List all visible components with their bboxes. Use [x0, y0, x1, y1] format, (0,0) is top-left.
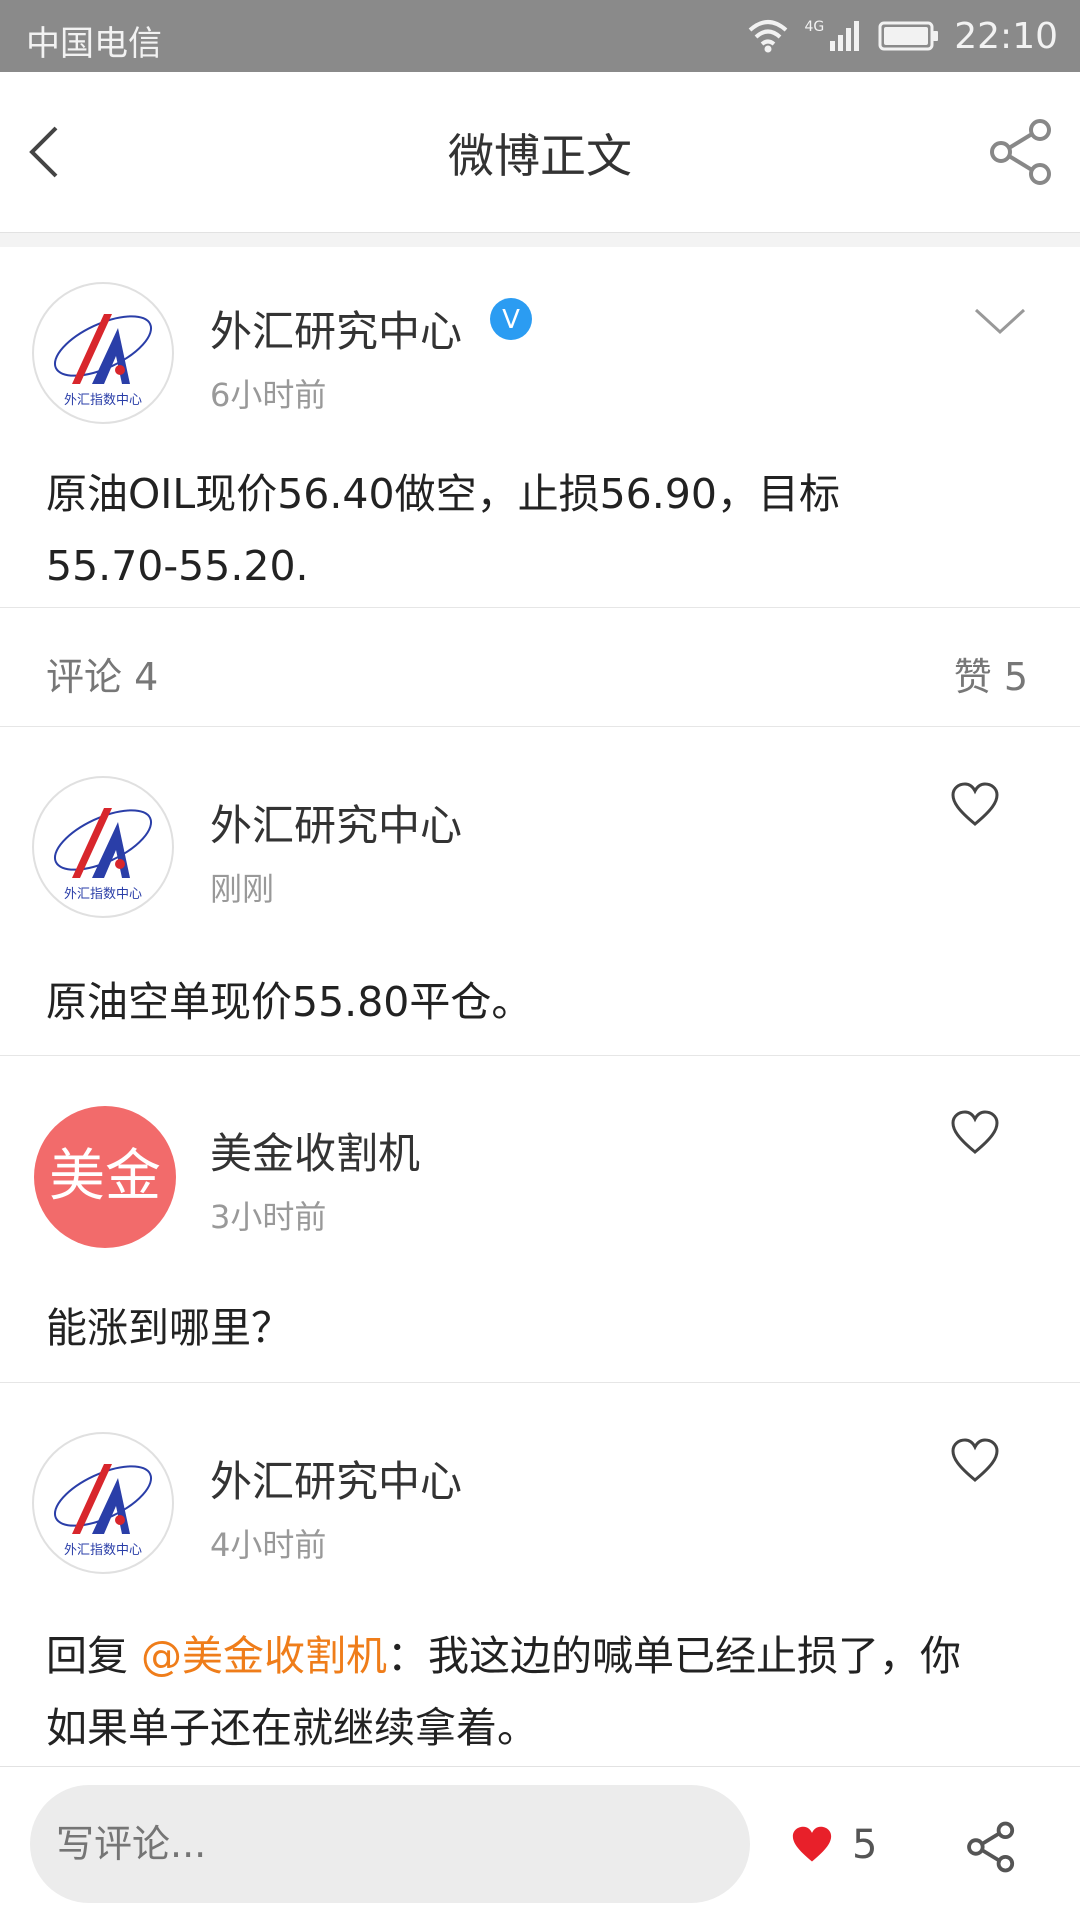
- like-button[interactable]: 5: [790, 1817, 877, 1873]
- heart-outline-icon: [951, 782, 999, 826]
- reply-prefix: 回复: [46, 1632, 142, 1680]
- wifi-icon: [749, 20, 788, 53]
- comment-time: 刚刚: [210, 870, 275, 908]
- comment-text-line1: 回复 @美金收割机：我这边的喊单已经止损了，你: [46, 1620, 961, 1692]
- section-separator: [0, 233, 1080, 247]
- svg-text:外汇指数中心: 外汇指数中心: [64, 1543, 142, 1558]
- svg-text:外汇指数中心: 外汇指数中心: [64, 393, 142, 408]
- bottom-action-bar: 5: [0, 1766, 1080, 1921]
- comment-text: 回复 @美金收割机：我这边的喊单已经止损了，你 如果单子还在就继续拿着。: [46, 1620, 961, 1764]
- divider: [0, 1382, 1080, 1383]
- share-icon: [967, 1821, 1015, 1873]
- comment-avatar[interactable]: 外汇指数中心: [32, 1432, 174, 1574]
- heart-outline-icon: [951, 1438, 999, 1482]
- comment-like-button[interactable]: [950, 1110, 1000, 1160]
- post-author-avatar[interactable]: 外汇指数中心: [32, 282, 174, 424]
- top-nav-bar: 微博正文: [0, 72, 1080, 233]
- post-text-line2: 55.70-55.20.: [46, 542, 309, 590]
- forex-center-logo: 外汇指数中心: [53, 808, 153, 902]
- forex-center-logo: 外汇指数中心: [53, 1464, 153, 1558]
- post-text: 原油OIL现价56.40做空，止损56.90，目标 55.70-55.20.: [46, 458, 840, 602]
- network-type: 4G: [804, 19, 825, 35]
- carrier-name: 中国电信: [26, 24, 162, 64]
- comment-avatar[interactable]: 外汇指数中心: [32, 776, 174, 918]
- verified-badge-icon: V: [490, 298, 532, 340]
- divider: [0, 726, 1080, 727]
- comment-like-button[interactable]: [950, 782, 1000, 832]
- comments-count[interactable]: 评论 4: [46, 646, 158, 701]
- forex-center-logo: 外汇指数中心: [53, 314, 153, 408]
- svg-text:外汇指数中心: 外汇指数中心: [64, 887, 142, 902]
- status-indicators: 4G 22:10: [746, 14, 1058, 58]
- comment-text: 能涨到哪里？: [46, 1304, 292, 1352]
- comment-text-line2: 如果单子还在就继续拿着。: [46, 1704, 538, 1752]
- post-options-button[interactable]: [970, 300, 1030, 340]
- comment-text: 原油空单现价55.80平仓。: [46, 978, 533, 1026]
- divider: [0, 607, 1080, 608]
- battery-icon: [878, 21, 939, 51]
- share-button[interactable]: [988, 118, 1054, 186]
- heart-outline-icon: [951, 1110, 999, 1154]
- post-time: 6小时前: [210, 376, 327, 414]
- clock: 22:10: [954, 15, 1058, 57]
- post-author-name[interactable]: 外汇研究中心: [210, 298, 462, 359]
- status-bar: 中国电信 4G 22:10: [0, 0, 1080, 72]
- signal-icon: [830, 21, 860, 51]
- reply-text: ：我这边的喊单已经止损了，你: [387, 1632, 962, 1680]
- comment-time: 3小时前: [210, 1198, 327, 1236]
- chevron-down-icon: [974, 308, 1026, 335]
- comment-author-name[interactable]: 美金收割机: [210, 1120, 420, 1181]
- bottom-share-button[interactable]: [966, 1821, 1016, 1873]
- divider: [0, 1055, 1080, 1056]
- mention-link[interactable]: @美金收割机: [141, 1632, 387, 1680]
- svg-text:V: V: [502, 305, 520, 335]
- comment-author-name[interactable]: 外汇研究中心: [210, 792, 462, 853]
- comment-input[interactable]: [30, 1785, 750, 1903]
- comment-avatar[interactable]: 美金: [34, 1106, 176, 1248]
- post-text-line1: 原油OIL现价56.40做空，止损56.90，目标: [46, 470, 840, 518]
- share-icon: [990, 119, 1051, 185]
- likes-count[interactable]: 赞 5: [954, 646, 1028, 701]
- like-count: 5: [852, 1822, 878, 1868]
- post-author-name-text: 外汇研究中心: [210, 307, 463, 356]
- comment-time: 4小时前: [210, 1526, 327, 1564]
- heart-filled-icon: [792, 1826, 832, 1862]
- comment-author-name[interactable]: 外汇研究中心: [210, 1448, 462, 1509]
- page-title: 微博正文: [448, 129, 632, 183]
- comment-like-button[interactable]: [950, 1438, 1000, 1488]
